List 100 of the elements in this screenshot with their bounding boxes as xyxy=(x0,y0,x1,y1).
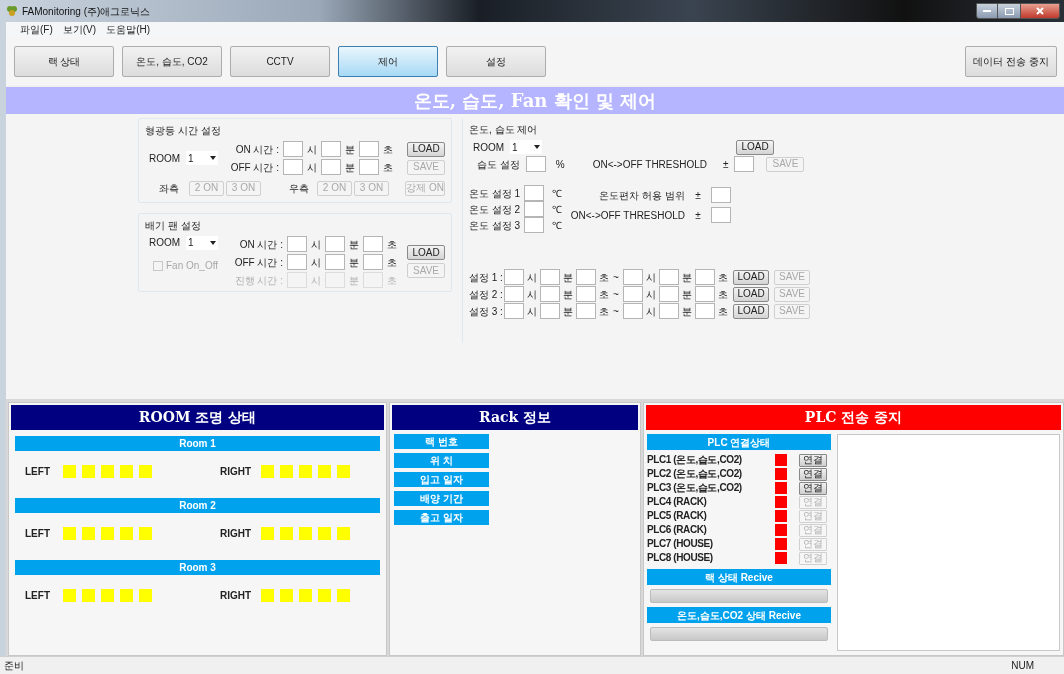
window-title: FAMonitoring (주)애그로닉스 xyxy=(22,4,151,19)
input-field[interactable] xyxy=(695,269,715,285)
input-field[interactable] xyxy=(287,272,307,288)
banner-title: 온도, 습도, Fan 확인 및 제어 xyxy=(6,87,1064,114)
unit-label: 분 xyxy=(563,270,573,285)
action-button[interactable]: LOAD xyxy=(733,269,769,285)
separator-label: ~ xyxy=(612,304,620,319)
nav-button[interactable]: 랙 상태 xyxy=(14,45,114,77)
input-field[interactable] xyxy=(525,156,546,172)
room-dropdown[interactable]: 1 xyxy=(510,140,543,154)
app-icon xyxy=(6,5,18,17)
input-field[interactable] xyxy=(283,159,303,175)
unit-label: 시 xyxy=(646,287,656,302)
input-field[interactable] xyxy=(576,269,596,285)
menu-item[interactable]: 도움말(H) xyxy=(106,22,150,37)
input-field[interactable] xyxy=(623,286,643,302)
input-field[interactable] xyxy=(623,269,643,285)
menu-item[interactable]: 파일(F) xyxy=(20,22,53,37)
time-label: OFF 시간 : xyxy=(229,160,279,175)
nav-button[interactable]: CCTV xyxy=(230,45,330,77)
unit-label: 시 xyxy=(646,270,656,285)
input-field[interactable] xyxy=(659,269,679,285)
nav-button[interactable]: 설정 xyxy=(446,45,546,77)
maximize-button[interactable] xyxy=(998,3,1020,19)
room-label: ROOM xyxy=(473,140,505,155)
caret-icon xyxy=(210,156,217,160)
unit-label: 분 xyxy=(682,304,692,319)
menu-item[interactable]: 보기(V) xyxy=(62,22,97,37)
unit-label: 분 xyxy=(682,270,692,285)
plc-label: PLC4 (RACK) xyxy=(647,496,708,508)
input-field[interactable] xyxy=(359,141,379,157)
input-field[interactable] xyxy=(659,286,679,302)
input-field[interactable] xyxy=(711,207,731,223)
connect-button[interactable]: 연결 xyxy=(799,481,827,495)
action-button[interactable]: LOAD xyxy=(733,286,769,302)
action-button[interactable]: LOAD xyxy=(407,141,445,157)
input-field[interactable] xyxy=(540,303,560,319)
action-button[interactable]: LOAD xyxy=(736,139,774,155)
nav-button[interactable]: 제어 xyxy=(338,45,438,77)
input-field[interactable] xyxy=(363,254,383,270)
input-field[interactable] xyxy=(576,303,596,319)
input-field[interactable] xyxy=(363,272,383,288)
input-field[interactable] xyxy=(695,286,715,302)
input-field[interactable] xyxy=(659,303,679,319)
setting-label: 온도 설정 1 xyxy=(469,186,521,201)
input-field[interactable] xyxy=(287,236,307,252)
input-field[interactable] xyxy=(623,303,643,319)
input-field[interactable] xyxy=(504,303,524,319)
caret-icon xyxy=(210,240,217,245)
unit-label: 시 xyxy=(311,237,321,252)
setting-label: 온도 설정 3 xyxy=(469,218,521,233)
status-text: 준비 xyxy=(4,659,24,673)
unit-label: 초 xyxy=(599,287,609,302)
action-button[interactable]: LOAD xyxy=(733,303,769,319)
input-field[interactable] xyxy=(325,236,345,252)
input-field[interactable] xyxy=(524,185,545,201)
input-field[interactable] xyxy=(325,254,345,270)
rack-field-label: 출고 일자 xyxy=(394,510,489,525)
plc-label: PLC8 (HOUSE) xyxy=(647,552,714,564)
input-field[interactable] xyxy=(504,286,524,302)
input-field[interactable] xyxy=(321,159,341,175)
room-bar: Room 2 xyxy=(15,498,380,513)
input-field[interactable] xyxy=(283,141,303,157)
input-field[interactable] xyxy=(524,217,545,233)
input-field[interactable] xyxy=(321,141,341,157)
close-button[interactable] xyxy=(1020,3,1060,19)
time-label: OFF 시간 : xyxy=(233,255,283,270)
input-field[interactable] xyxy=(359,159,379,175)
minimize-icon xyxy=(983,9,991,13)
room-dropdown[interactable]: 1 xyxy=(186,235,219,250)
minimize-button[interactable] xyxy=(976,3,998,19)
setting-label: 설정 1 : xyxy=(469,270,501,285)
input-field[interactable] xyxy=(695,303,715,319)
nav-button[interactable]: 온도, 습도, CO2 xyxy=(122,45,222,77)
input-field[interactable] xyxy=(325,272,345,288)
unit-label: 시 xyxy=(527,270,537,285)
side-label: LEFT xyxy=(25,588,51,603)
unit-label: ℃ xyxy=(552,202,563,217)
input-field[interactable] xyxy=(504,269,524,285)
action-button[interactable]: LOAD xyxy=(407,245,445,260)
section-header: 온도,습도,CO2 상태 Recive xyxy=(647,607,831,623)
setting-label: 습도 설정 xyxy=(477,157,520,172)
connect-button[interactable]: 연결 xyxy=(799,453,827,467)
room-bar: Room 3 xyxy=(15,560,380,575)
checkbox-label: Fan On_Off xyxy=(166,259,219,273)
input-field[interactable] xyxy=(540,269,560,285)
input-field[interactable] xyxy=(576,286,596,302)
input-field[interactable] xyxy=(524,201,545,217)
input-field[interactable] xyxy=(734,156,755,172)
separator-label: ~ xyxy=(612,270,620,285)
stop-button[interactable]: 데이터 전송 중지 xyxy=(965,45,1057,77)
input-field[interactable] xyxy=(363,236,383,252)
connect-button[interactable]: 연결 xyxy=(799,467,827,481)
input-field[interactable] xyxy=(711,187,731,203)
room-dropdown[interactable]: 1 xyxy=(186,151,219,165)
setting-label: 온도편차 허용 범위 xyxy=(598,188,685,203)
input-field[interactable] xyxy=(540,286,560,302)
room-label: ROOM xyxy=(149,236,181,250)
input-field[interactable] xyxy=(287,254,307,270)
unit-label: 초 xyxy=(383,142,393,157)
